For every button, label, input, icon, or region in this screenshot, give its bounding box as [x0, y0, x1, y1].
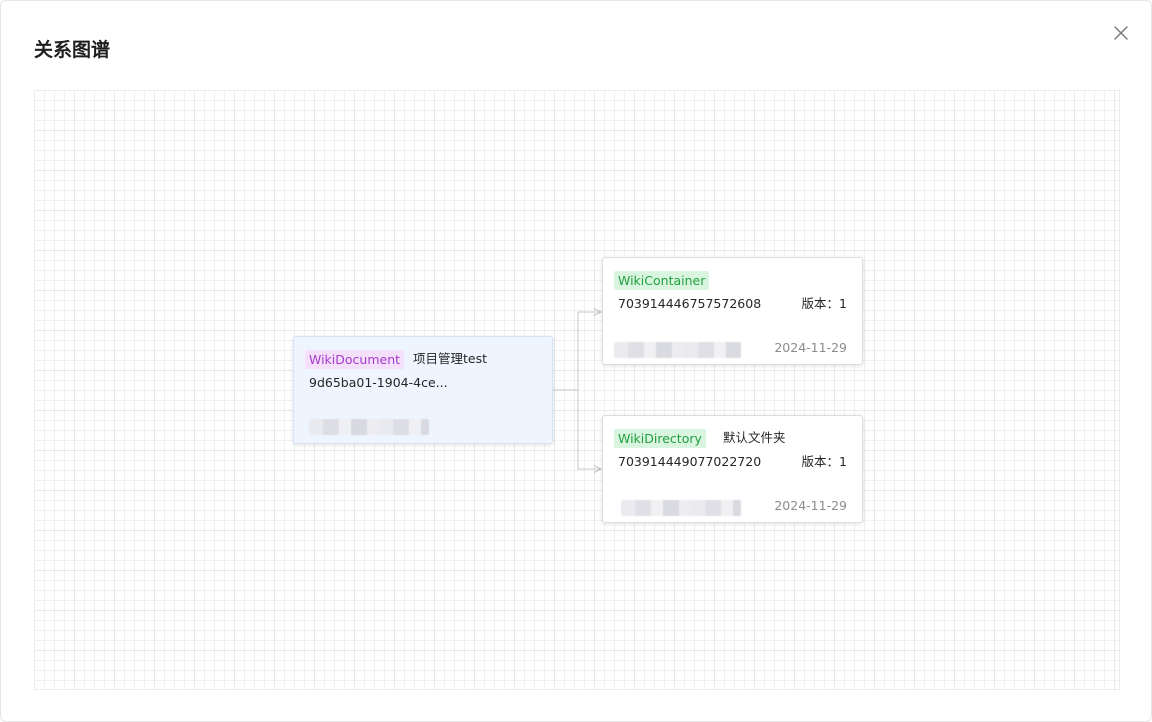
node-type-tag: WikiContainer	[614, 271, 710, 290]
graph-node-wikicontainer[interactable]: WikiContainer 703914446757572608 版本：1 20…	[602, 257, 863, 365]
node-id: 703914449077022720	[618, 454, 762, 469]
modal-title: 关系图谱	[34, 39, 111, 61]
edge-to-wikidirectory	[553, 389, 601, 469]
node-version: 版本：1	[801, 454, 847, 469]
node-id: 9d65ba01-1904-4ce...	[309, 375, 448, 390]
node-type-tag: WikiDocument	[305, 350, 405, 369]
graph-edges	[553, 91, 1120, 690]
node-date: 2024-11-29	[774, 498, 847, 513]
graph-node-wikidirectory[interactable]: WikiDirectory 默认文件夹 703914449077022720 版…	[602, 415, 863, 523]
node-version: 版本：1	[801, 296, 847, 311]
redacted-info	[309, 419, 429, 435]
node-name: 项目管理test	[413, 351, 488, 366]
edge-to-wikicontainer	[553, 312, 601, 391]
node-name: 默认文件夹	[723, 430, 786, 445]
graph-canvas[interactable]: WikiDocument 项目管理test 9d65ba01-1904-4ce.…	[34, 90, 1120, 690]
node-date: 2024-11-29	[774, 340, 847, 355]
redacted-info	[614, 342, 741, 358]
graph-node-root[interactable]: WikiDocument 项目管理test 9d65ba01-1904-4ce.…	[293, 336, 553, 444]
redacted-info	[621, 500, 741, 516]
node-id: 703914446757572608	[618, 296, 762, 311]
close-button[interactable]	[1111, 23, 1131, 43]
close-icon	[1114, 26, 1128, 40]
node-type-tag: WikiDirectory	[614, 429, 706, 448]
relation-graph-modal: 关系图谱 WikiDocument 项目管理test 9d65ba01-1904…	[0, 0, 1152, 722]
